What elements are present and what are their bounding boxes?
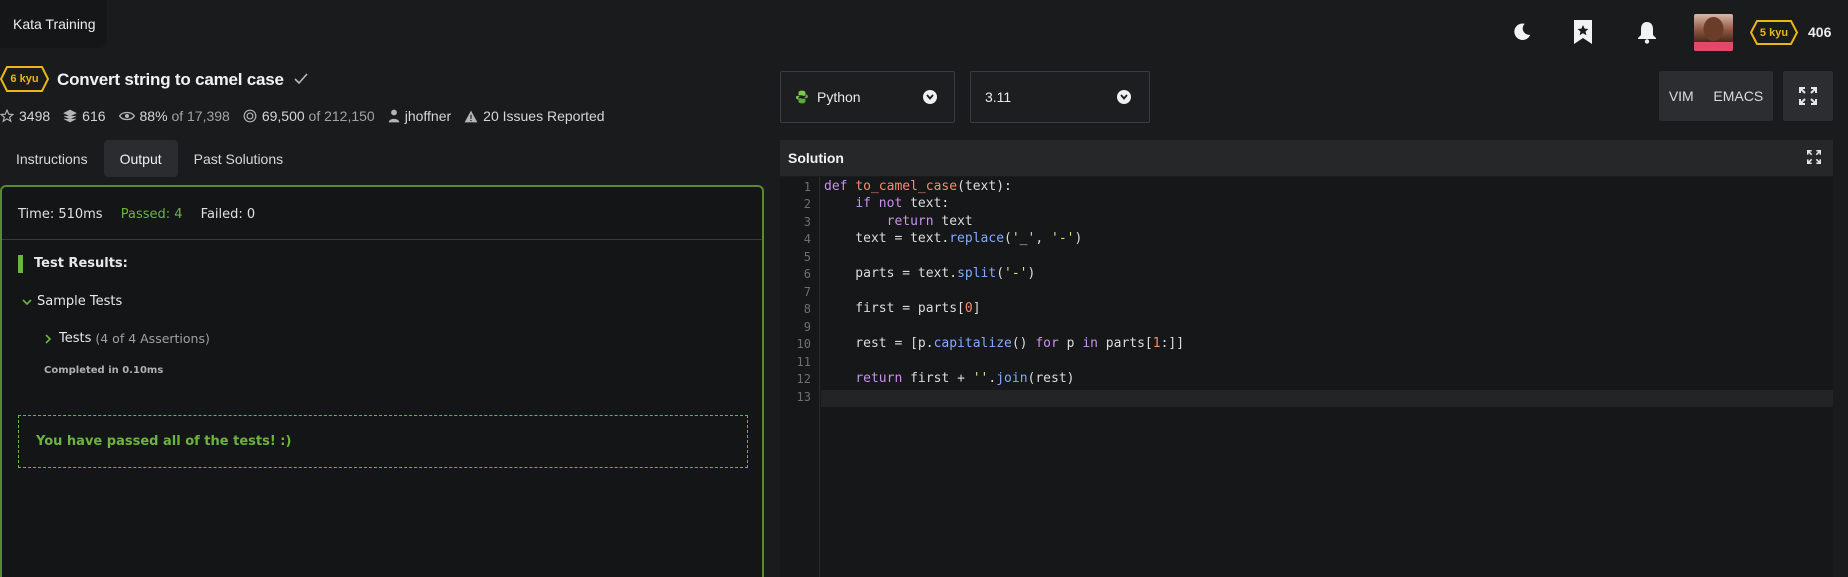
solution-title: Solution [788, 150, 844, 166]
code-line: rest = [p.capitalize() for p in parts[1:… [824, 336, 1185, 351]
collections-stat[interactable]: 616 [63, 108, 106, 124]
completed-stat: 69,500 of 212,150 [243, 108, 375, 124]
line-number: 10 [796, 337, 811, 351]
warning-icon [464, 110, 478, 122]
line-number: 3 [803, 215, 811, 229]
version-select[interactable]: 3.11 [970, 71, 1150, 123]
bell-icon[interactable] [1632, 17, 1662, 47]
line-number: 4 [803, 232, 811, 246]
tests-label: Tests [59, 331, 92, 346]
check-icon [294, 73, 308, 85]
issues-stat[interactable]: 20 Issues Reported [464, 108, 605, 124]
line-gutter: 1 2 3 4 5 6 7 8 9 10 11 12 13 [780, 177, 820, 577]
satisfaction-stat: 88% of 17,398 [118, 108, 230, 124]
sample-tests-label: Sample Tests [37, 294, 123, 309]
kata-rank-label: 6 kyu [10, 73, 39, 85]
avatar[interactable] [1694, 14, 1733, 51]
completed-time: Completed in 0.10ms [44, 365, 164, 376]
chevron-down-icon [923, 90, 937, 104]
python-icon [796, 90, 808, 104]
target-icon [243, 109, 257, 123]
line-number: 5 [803, 250, 811, 264]
failed-label: Failed: 0 [200, 207, 256, 222]
language-select[interactable]: Python [780, 71, 955, 123]
tab-output[interactable]: Output [103, 140, 178, 177]
bookmark-icon[interactable] [1568, 17, 1598, 47]
vim-mode-button[interactable]: VIM [1669, 88, 1694, 104]
passed-label: Passed: 4 [120, 207, 183, 222]
top-tab-label: Kata Training [13, 16, 96, 32]
user-icon [388, 109, 399, 123]
test-summary: Time: 510ms Passed: 4 Failed: 0 [18, 207, 269, 222]
divider [2, 239, 762, 240]
line-number: 8 [803, 302, 811, 316]
assertions-count: (4 of 4 Assertions) [95, 331, 210, 346]
tab-past-solutions[interactable]: Past Solutions [178, 140, 300, 177]
moon-icon[interactable] [1507, 17, 1537, 47]
line-number: 1 [803, 180, 811, 194]
code-line: text = text.replace('_', '-') [824, 231, 1083, 246]
kata-title: Convert string to camel case [57, 70, 308, 90]
chevron-down-icon [1117, 90, 1131, 104]
tab-instructions[interactable]: Instructions [0, 140, 104, 177]
code-line: first = parts[0] [824, 301, 981, 316]
code-line: parts = text.split('-') [824, 266, 1036, 281]
language-value: Python [817, 89, 861, 105]
code-line: if not text: [855, 196, 950, 211]
eye-icon [118, 111, 135, 121]
keybinding-modes: VIM EMACS [1659, 71, 1773, 121]
line-number: 13 [796, 390, 811, 404]
fullscreen-button[interactable] [1783, 71, 1833, 121]
tests-group[interactable]: Tests (4 of 4 Assertions) [44, 331, 210, 346]
kata-tabs: Instructions Output Past Solutions [0, 140, 299, 177]
active-line-highlight [821, 390, 1833, 407]
test-results-title: Test Results: [18, 255, 128, 273]
code-line: def to_camel_case(text): [824, 179, 1012, 194]
emacs-mode-button[interactable]: EMACS [1713, 88, 1763, 104]
output-panel: Time: 510ms Passed: 4 Failed: 0 Test Res… [0, 185, 764, 577]
kata-training-tab[interactable]: Kata Training [0, 0, 107, 48]
star-icon [0, 109, 14, 123]
kata-title-text: Convert string to camel case [57, 70, 284, 89]
kata-stats: 3498 616 88% of 17,398 69,500 of 212,150… [0, 108, 618, 124]
chevron-down-icon [22, 298, 32, 305]
honor-score: 406 [1808, 24, 1832, 40]
expand-icon [1799, 87, 1817, 105]
code-line: return text [886, 214, 973, 229]
line-number: 2 [803, 197, 811, 211]
expand-icon[interactable] [1807, 150, 1821, 164]
time-label: Time: 510ms [18, 207, 103, 222]
author-stat[interactable]: jhoffner [388, 108, 451, 124]
user-rank-badge: 5 kyu [1750, 20, 1798, 45]
line-number: 12 [796, 372, 811, 386]
kata-rank-badge: 6 kyu [0, 66, 49, 92]
chevron-right-icon [45, 333, 52, 344]
solution-header: Solution [780, 140, 1833, 176]
stars-stat[interactable]: 3498 [0, 108, 50, 124]
user-rank-label: 5 kyu [1759, 26, 1789, 39]
version-value: 3.11 [985, 89, 1012, 105]
code-line: return first + ''.join(rest) [855, 371, 1075, 386]
line-number: 11 [796, 355, 811, 369]
pass-message: You have passed all of the tests! :) [18, 415, 748, 468]
code-editor[interactable]: 1 2 3 4 5 6 7 8 9 10 11 12 13 def to_cam… [780, 177, 1833, 577]
line-number: 7 [803, 285, 811, 299]
layers-icon [63, 109, 77, 123]
line-number: 6 [803, 267, 811, 281]
line-number: 9 [803, 320, 811, 334]
sample-tests-group[interactable]: Sample Tests [22, 294, 122, 309]
